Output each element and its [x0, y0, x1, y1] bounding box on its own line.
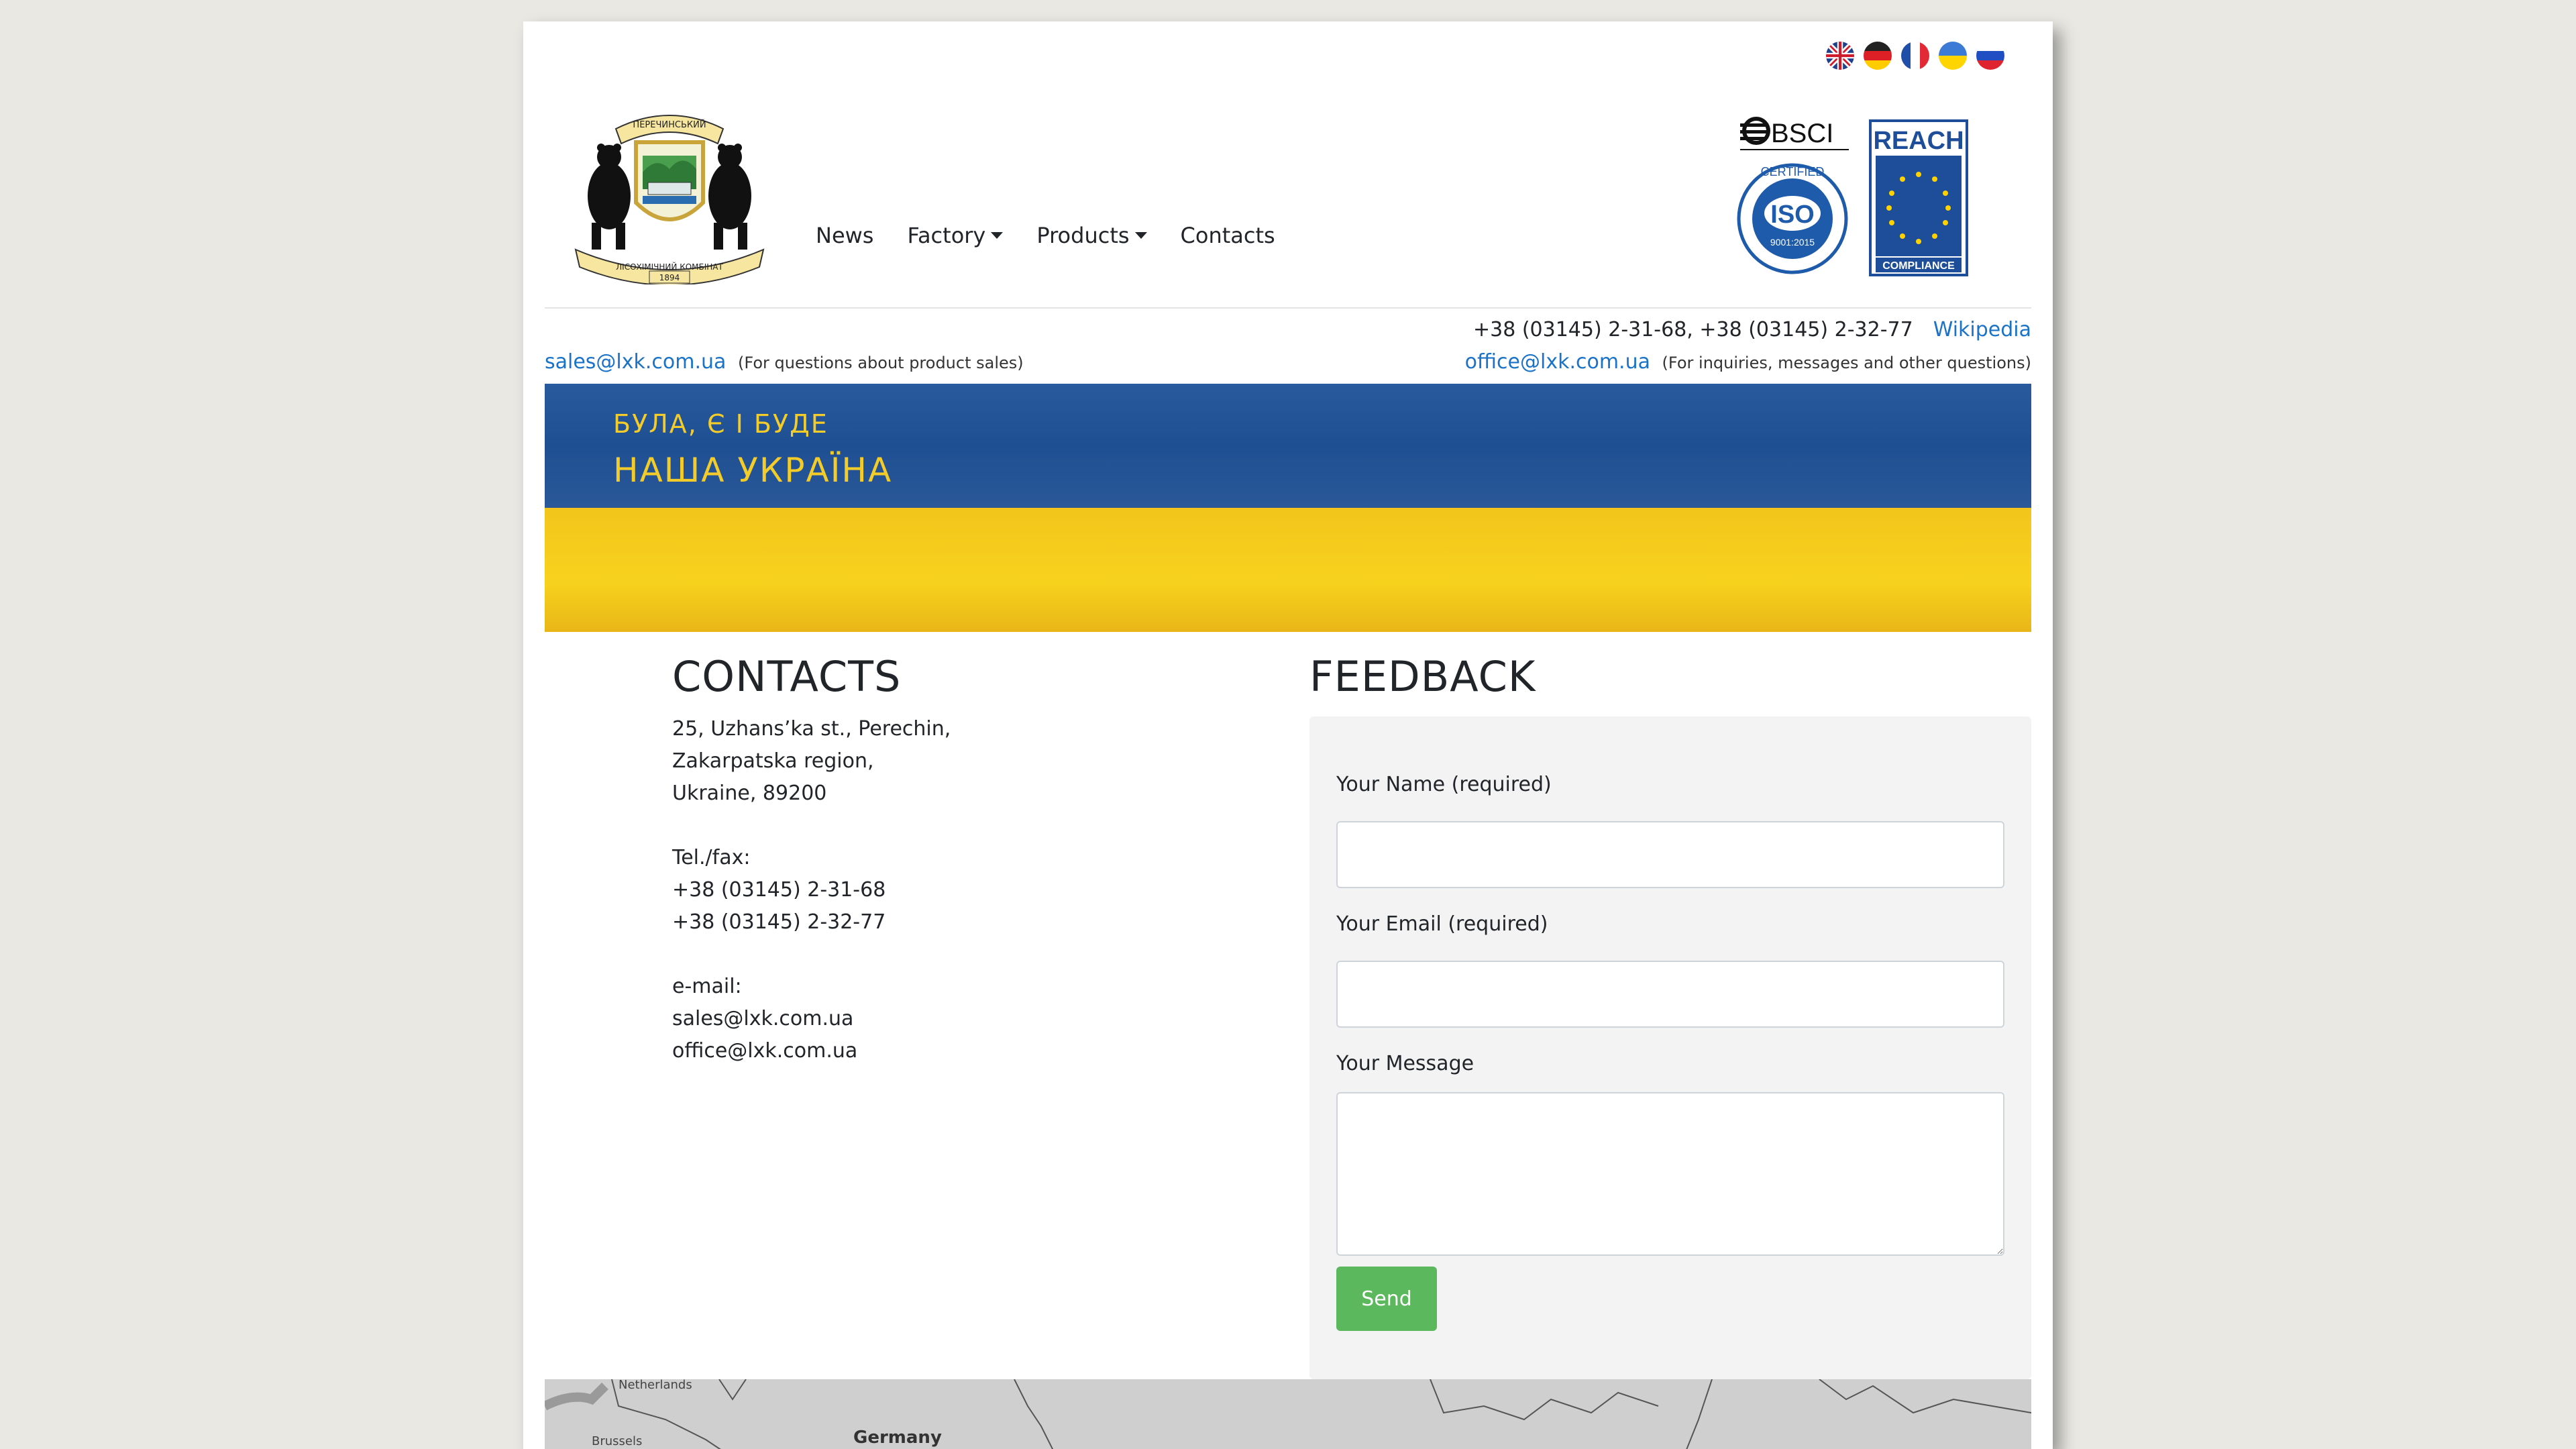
feedback-form: Your Name (required) Your Email (require… — [1309, 716, 2031, 1379]
map-label-brussels: Brussels — [592, 1434, 643, 1448]
email-label: e-mail: — [672, 975, 742, 998]
contacts-title: CONTACTS — [672, 652, 902, 701]
nav-contacts-label: Contacts — [1180, 223, 1275, 248]
sales-contact: sales@lxk.com.ua (For questions about pr… — [545, 350, 1024, 374]
tel-label: Tel./fax: — [672, 846, 751, 869]
name-field[interactable] — [1336, 821, 2004, 888]
ua-flag-icon[interactable] — [1939, 42, 1967, 70]
banner-text-line1: БУЛА, Є І БУДЕ — [613, 409, 828, 439]
nav-news-label: News — [816, 223, 874, 248]
nav-factory-label: Factory — [907, 223, 986, 248]
map-label-netherlands: Netherlands — [619, 1379, 692, 1392]
bsci-logo: BSCI — [1740, 117, 1849, 150]
fr-flag-icon[interactable] — [1901, 42, 1929, 70]
iso-standard: 9001:2015 — [1770, 237, 1815, 248]
office-contact: office@lxk.com.ua (For inquiries, messag… — [1465, 350, 2031, 374]
reach-title: REACH — [1873, 127, 1964, 155]
message-label: Your Message — [1336, 1052, 1474, 1075]
nav-contacts[interactable]: Contacts — [1181, 223, 1275, 248]
iso-certified: CERTIFIED — [1761, 165, 1825, 178]
address-line-1: 25, Uzhans’ka st., Perechin, — [672, 717, 951, 741]
map-label-germany: Germany — [853, 1428, 942, 1448]
nav-news[interactable]: News — [816, 223, 873, 248]
header-divider — [545, 307, 2031, 309]
office-email-link[interactable]: office@lxk.com.ua — [1465, 350, 1650, 374]
page-inner: ПЕРЕЧИНСЬКИЙ ЛІСОХІМІЧНИЙ КОМБІНАТ 1894 … — [545, 21, 2031, 1449]
wikipedia-link[interactable]: Wikipedia — [1933, 318, 2031, 341]
address-line-2: Zakarpatska region, — [672, 749, 874, 773]
reach-badge: REACH COMPLIANCE — [1869, 119, 1968, 276]
iso-label: ISO — [1770, 201, 1814, 229]
contact-email-2: office@lxk.com.ua — [672, 1039, 858, 1063]
message-textarea[interactable] — [1336, 1092, 2004, 1256]
tel-2: +38 (03145) 2-32-77 — [672, 910, 886, 934]
name-label: Your Name (required) — [1336, 773, 1552, 796]
nav-products-dropdown[interactable]: Products — [1036, 223, 1147, 248]
reach-compliance: COMPLIANCE — [1882, 260, 1955, 272]
iso-badge: CERTIFIED ISO 9001:2015 — [1737, 163, 1848, 274]
certification-badges: BSCI CERTIFIED ISO 9001:2015 REACH COMPL… — [1736, 114, 1991, 282]
page-container: ПЕРЕЧИНСЬКИЙ ЛІСОХІМІЧНИЙ КОМБІНАТ 1894 … — [523, 21, 2053, 1449]
header-phones: +38 (03145) 2-31-68, +38 (03145) 2-32-77 — [1473, 318, 1913, 341]
logo-bottom-text: ЛІСОХІМІЧНИЙ КОМБІНАТ — [616, 262, 723, 272]
language-switcher — [1826, 42, 2004, 70]
logo-top-text: ПЕРЕЧИНСЬКИЙ — [633, 119, 706, 130]
ukraine-flag-banner: БУЛА, Є І БУДЕ НАША УКРАЇНА — [545, 384, 2031, 632]
sales-email-note: (For questions about product sales) — [738, 354, 1024, 372]
caret-down-icon — [991, 232, 1004, 239]
map-borders — [545, 1379, 2031, 1449]
bsci-label: BSCI — [1771, 119, 1833, 148]
sales-email-link[interactable]: sales@lxk.com.ua — [545, 350, 726, 374]
location-map[interactable]: Netherlands Brussels Germany — [545, 1379, 2031, 1449]
contacts-section: CONTACTS 25, Uzhans’ka st., Perechin, Za… — [672, 652, 1142, 1067]
main-nav: News Factory Products Contacts — [816, 223, 1275, 248]
email-label: Your Email (required) — [1336, 912, 1548, 936]
en-flag-icon[interactable] — [1826, 42, 1854, 70]
email-field[interactable] — [1336, 961, 2004, 1028]
send-button[interactable]: Send — [1336, 1267, 1437, 1331]
logo-year: 1894 — [659, 273, 680, 282]
tel-1: +38 (03145) 2-31-68 — [672, 878, 886, 902]
banner-text-line2: НАША УКРАЇНА — [613, 451, 893, 490]
de-flag-icon[interactable] — [1864, 42, 1892, 70]
banner-yellow-stripe — [545, 508, 2031, 632]
nav-products-label: Products — [1036, 223, 1130, 248]
caret-down-icon — [1134, 232, 1147, 239]
office-email-note: (For inquiries, messages and other quest… — [1662, 354, 2031, 372]
ru-flag-icon[interactable] — [1976, 42, 2004, 70]
nav-factory-dropdown[interactable]: Factory — [907, 223, 1004, 248]
company-logo[interactable]: ПЕРЕЧИНСЬКИЙ ЛІСОХІМІЧНИЙ КОМБІНАТ 1894 — [569, 102, 770, 286]
contact-email-1: sales@lxk.com.ua — [672, 1007, 854, 1030]
address-line-3: Ukraine, 89200 — [672, 782, 827, 805]
feedback-title: FEEDBACK — [1309, 652, 1536, 701]
